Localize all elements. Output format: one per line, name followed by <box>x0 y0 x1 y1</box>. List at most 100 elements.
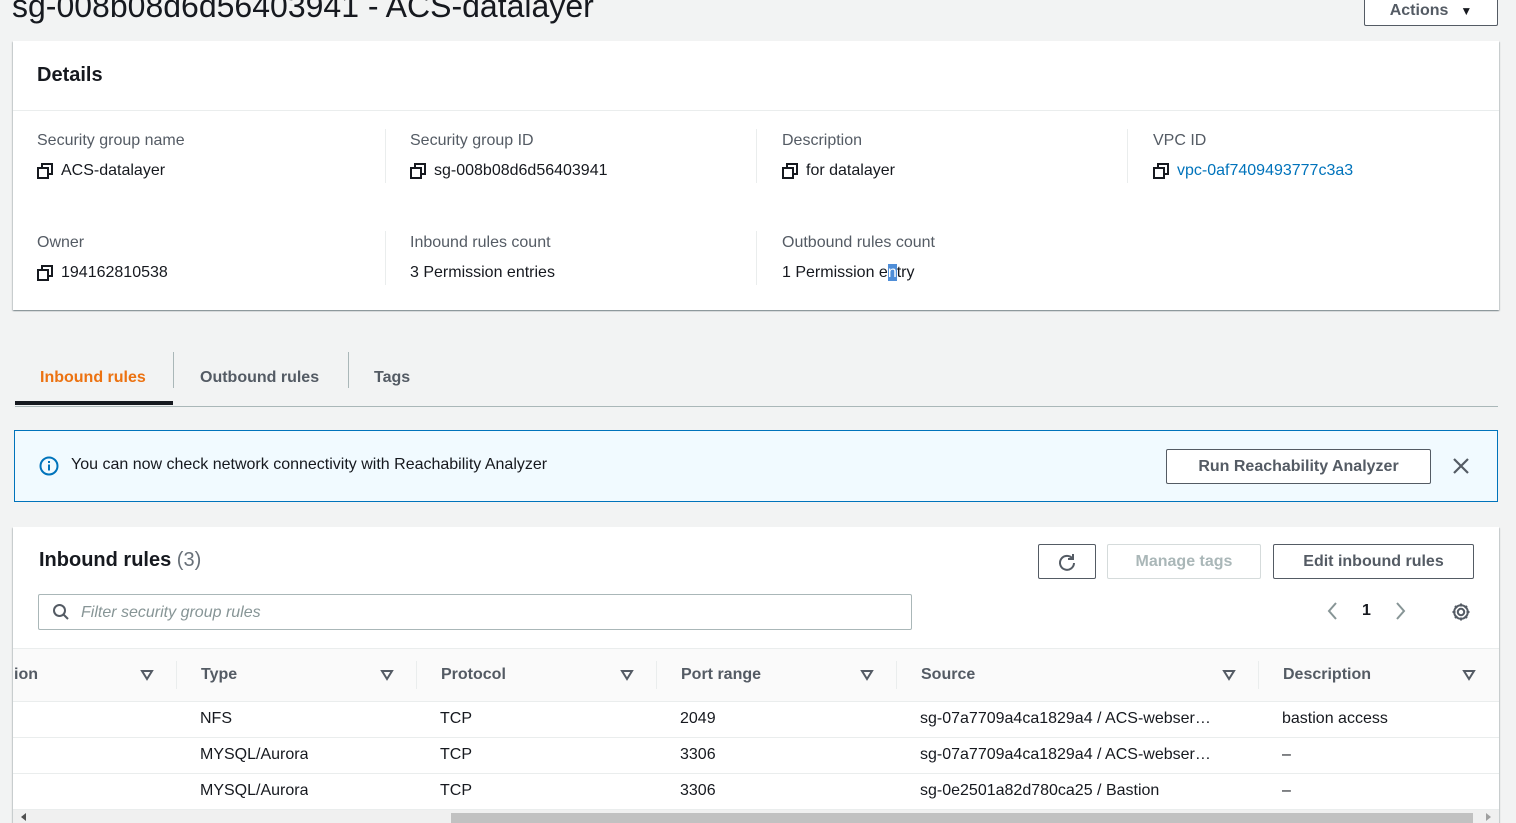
cell-port-range: 2049 <box>680 710 716 727</box>
field-label: Security group name <box>37 132 185 149</box>
column-divider <box>176 661 177 689</box>
field-label: Outbound rules count <box>782 234 935 251</box>
column-divider <box>1258 661 1259 689</box>
value-text: try <box>896 264 915 281</box>
sort-down-icon[interactable] <box>140 668 154 682</box>
sort-down-icon[interactable] <box>1222 668 1236 682</box>
column-header-type[interactable]: Type <box>201 649 237 701</box>
caret-down-icon: ▼ <box>1460 4 1473 18</box>
field-label: Description <box>782 132 863 149</box>
details-panel: Details Security group name ACS-datalaye… <box>13 41 1499 310</box>
cell-type: MYSQL/Aurora <box>200 782 309 799</box>
column-divider <box>656 661 657 689</box>
column-header[interactable]: ion <box>14 649 38 701</box>
cell-type: MYSQL/Aurora <box>200 746 309 763</box>
cell-protocol: TCP <box>440 710 472 727</box>
cell-source: sg-07a7709a4ca1829a4 / ACS-webser… <box>920 746 1211 763</box>
tab-inbound-rules[interactable]: Inbound rules <box>40 350 146 405</box>
tab-divider <box>348 352 349 388</box>
field-value: sg-008b08d6d56403941 <box>434 162 608 179</box>
field-label: Owner <box>37 234 85 251</box>
cell-description: bastion access <box>1282 710 1388 727</box>
field-outbound-rules-count: Outbound rules count 1 Permission entry <box>782 233 1122 283</box>
inbound-rules-panel: Inbound rules (3) Manage tags Edit inbou… <box>13 527 1499 823</box>
sort-down-icon[interactable] <box>860 668 874 682</box>
actions-button-label: Actions <box>1389 2 1449 19</box>
cell-protocol: TCP <box>440 746 472 763</box>
horizontal-scrollbar[interactable] <box>13 810 1499 823</box>
column-header-source[interactable]: Source <box>921 649 975 701</box>
copy-icon[interactable] <box>782 163 798 179</box>
run-reachability-analyzer-button[interactable]: Run Reachability Analyzer <box>1166 449 1431 484</box>
scroll-left-icon[interactable] <box>20 813 28 821</box>
copy-icon[interactable] <box>410 163 426 179</box>
cell-protocol: TCP <box>440 782 472 799</box>
flash-message: You can now check network connectivity w… <box>71 456 548 473</box>
table-row[interactable]: NFS TCP 2049 sg-07a7709a4ca1829a4 / ACS-… <box>13 701 1499 738</box>
tab-outbound-rules[interactable]: Outbound rules <box>200 350 319 405</box>
info-icon <box>39 456 59 476</box>
sort-down-icon[interactable] <box>620 668 634 682</box>
pagination: 1 <box>1326 599 1407 623</box>
field-value: for datalayer <box>806 162 895 179</box>
cell-description: – <box>1282 782 1291 799</box>
scroll-right-icon[interactable] <box>1484 813 1492 821</box>
table-row[interactable]: MYSQL/Aurora TCP 3306 sg-07a7709a4ca1829… <box>13 737 1499 774</box>
field-security-group-name: Security group name ACS-datalayer <box>37 131 377 181</box>
search-icon <box>53 604 69 620</box>
divider <box>1127 129 1128 183</box>
field-value: ACS-datalayer <box>61 162 166 179</box>
chevron-left-icon[interactable] <box>1326 601 1340 621</box>
manage-tags-button[interactable]: Manage tags <box>1107 544 1261 579</box>
active-tab-indicator <box>15 401 173 405</box>
rules-heading: Inbound rules (3) <box>39 549 201 572</box>
page-number[interactable]: 1 <box>1362 602 1371 620</box>
refresh-icon <box>1059 553 1075 571</box>
gear-icon[interactable] <box>1450 601 1472 623</box>
page-title: sg-008b08d6d56403941 - ACS-datalayer <box>12 0 594 24</box>
close-icon[interactable] <box>1452 457 1470 475</box>
column-divider <box>416 661 417 689</box>
search-input[interactable] <box>79 601 903 625</box>
column-divider <box>896 661 897 689</box>
divider <box>385 231 386 285</box>
cell-source: sg-07a7709a4ca1829a4 / ACS-webser… <box>920 710 1211 727</box>
copy-icon[interactable] <box>37 265 53 281</box>
column-header-port-range[interactable]: Port range <box>681 649 761 701</box>
column-header-description[interactable]: Description <box>1283 649 1371 701</box>
table-row[interactable]: MYSQL/Aurora TCP 3306 sg-0e2501a82d780ca… <box>13 773 1499 810</box>
scrollbar-thumb[interactable] <box>451 813 1473 823</box>
field-inbound-rules-count: Inbound rules count 3 Permission entries <box>410 233 750 283</box>
tab-divider <box>173 352 174 388</box>
tab-tags[interactable]: Tags <box>374 350 410 405</box>
rules-title: Inbound rules <box>39 549 172 571</box>
field-owner: Owner 194162810538 <box>37 233 377 283</box>
cell-type: NFS <box>200 710 232 727</box>
tab-bar: Inbound rules Outbound rules Tags <box>15 350 1498 407</box>
chevron-right-icon[interactable] <box>1393 601 1407 621</box>
rules-count: (3) <box>176 549 202 571</box>
divider <box>756 129 757 183</box>
field-value: 1 Permission entry <box>782 263 915 283</box>
field-security-group-id: Security group ID sg-008b08d6d56403941 <box>410 131 750 181</box>
filter-search <box>38 594 912 630</box>
cell-description: – <box>1282 746 1291 763</box>
sort-down-icon[interactable] <box>380 668 394 682</box>
vpc-id-link[interactable]: vpc-0af7409493777c3a3 <box>1177 161 1353 181</box>
field-description: Description for datalayer <box>782 131 1122 181</box>
cell-port-range: 3306 <box>680 746 716 763</box>
field-label: Inbound rules count <box>410 234 551 251</box>
copy-icon[interactable] <box>1153 163 1169 179</box>
copy-icon[interactable] <box>37 163 53 179</box>
refresh-button[interactable] <box>1038 544 1096 579</box>
info-flashbar: You can now check network connectivity w… <box>14 430 1498 502</box>
divider <box>385 129 386 183</box>
cell-source: sg-0e2501a82d780ca25 / Bastion <box>920 782 1160 799</box>
actions-button[interactable]: Actions ▼ <box>1364 0 1498 26</box>
text-selection: n <box>887 264 897 281</box>
edit-inbound-rules-button[interactable]: Edit inbound rules <box>1273 544 1474 579</box>
field-value: 194162810538 <box>61 264 168 281</box>
column-header-protocol[interactable]: Protocol <box>441 649 506 701</box>
cell-port-range: 3306 <box>680 782 716 799</box>
sort-down-icon[interactable] <box>1462 668 1476 682</box>
